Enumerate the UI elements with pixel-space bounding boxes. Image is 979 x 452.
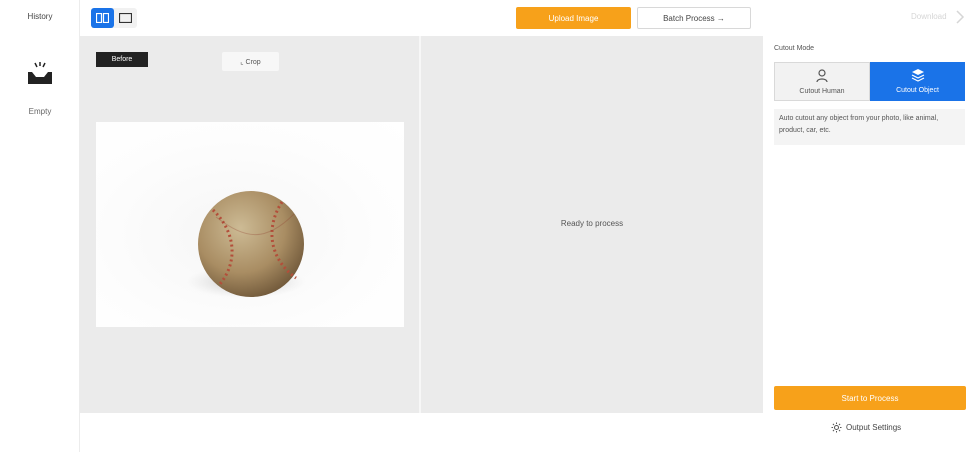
split-view-button[interactable] xyxy=(91,8,114,28)
result-canvas: Ready to process xyxy=(421,36,763,413)
single-view-button[interactable] xyxy=(114,8,137,28)
cutout-mode-title: Cutout Mode xyxy=(774,45,815,52)
history-sidebar: History Empty xyxy=(0,0,80,452)
view-mode-toggle xyxy=(91,8,137,28)
source-photo xyxy=(96,122,404,327)
before-canvas: Before ⌞ Crop xyxy=(80,36,419,413)
settings-panel: Download Cutout Mode Cutout Human Cutout… xyxy=(763,0,979,452)
upload-image-button[interactable]: Upload Image xyxy=(516,7,631,29)
person-icon xyxy=(816,69,828,83)
crop-button[interactable]: ⌞ Crop xyxy=(222,52,279,71)
top-toolbar: Upload Image Batch Process → xyxy=(80,0,763,36)
batch-process-button[interactable]: Batch Process → xyxy=(637,7,751,29)
mode-description: Auto cutout any object from your photo, … xyxy=(774,109,965,145)
cutout-object-label: Cutout Object xyxy=(896,87,939,94)
baseball-image xyxy=(186,191,306,298)
chevron-right-icon xyxy=(956,10,965,24)
ready-status-text: Ready to process xyxy=(560,219,624,228)
gear-icon xyxy=(831,422,842,432)
download-button[interactable]: Download xyxy=(911,12,947,21)
cutout-object-option[interactable]: Cutout Object xyxy=(870,62,965,101)
history-title: History xyxy=(27,12,53,21)
single-view-icon xyxy=(119,13,132,23)
inbox-icon xyxy=(28,62,52,84)
start-process-button[interactable]: Start to Process xyxy=(774,386,966,410)
history-empty-label: Empty xyxy=(28,107,52,116)
cutout-human-option[interactable]: Cutout Human xyxy=(774,62,870,101)
output-settings-label: Output Settings xyxy=(846,422,902,432)
layers-icon xyxy=(911,69,924,82)
output-settings-button[interactable]: Output Settings xyxy=(831,420,901,434)
cutout-human-label: Cutout Human xyxy=(799,88,845,95)
split-view-icon xyxy=(96,13,109,23)
before-label: Before xyxy=(96,52,148,67)
